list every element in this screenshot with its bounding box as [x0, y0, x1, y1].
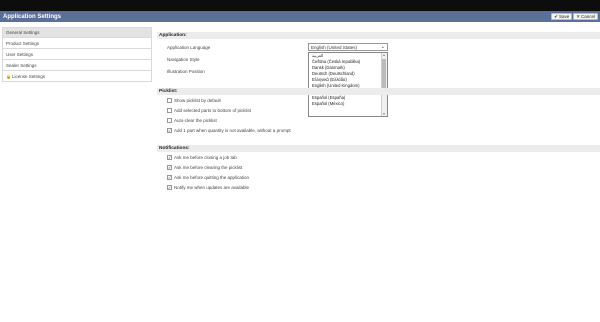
- sidebar-item-label: General Settings: [6, 30, 40, 35]
- checkbox-box[interactable]: [167, 108, 172, 113]
- checkbox-label: Auto-clear the picklist: [174, 118, 217, 123]
- checkbox-box[interactable]: ✓: [167, 185, 172, 190]
- add-to-bottom-checkbox[interactable]: Add selected parts to bottom of picklist: [167, 108, 251, 113]
- cancel-label: Cancel: [580, 14, 595, 19]
- ask-quitting-checkbox[interactable]: ✓ Ask me before quitting the application: [167, 175, 249, 180]
- sidebar-item-label: User Settings: [6, 51, 34, 57]
- language-dropdown[interactable]: العربية Čeština (Česká republika) Dansk …: [308, 52, 388, 117]
- checkbox-label: Ask me before clearing the picklist: [174, 165, 243, 170]
- save-button[interactable]: ✔ Save: [551, 13, 573, 20]
- sidebar-item-label: Sealer Settings: [6, 62, 37, 68]
- language-option[interactable]: Español (México): [309, 101, 387, 107]
- chevron-down-icon: ⌄: [380, 44, 385, 50]
- checkbox-label: Notify me when updates are available: [174, 185, 250, 190]
- scroll-down-icon[interactable]: ▼: [381, 112, 387, 116]
- sidebar-item-license[interactable]: 🔒 License Settings: [2, 71, 152, 82]
- toolbar: ✔ Save ✕ Cancel: [551, 13, 598, 20]
- checkbox-box[interactable]: [167, 118, 172, 123]
- add-one-part-checkbox[interactable]: ✓ Add 1 part when quantity is not availa…: [167, 128, 291, 133]
- sidebar-item-general[interactable]: General Settings: [2, 27, 152, 38]
- section-application: Application:: [157, 32, 600, 39]
- scrollbar-thumb[interactable]: [382, 59, 386, 91]
- scroll-up-icon[interactable]: ▲: [381, 53, 387, 57]
- checkbox-label: Add selected parts to bottom of picklist: [174, 108, 252, 113]
- checkbox-box[interactable]: ✓: [167, 165, 172, 170]
- show-picklist-checkbox[interactable]: Show picklist by default: [167, 98, 221, 103]
- section-notifications: Notifications:: [157, 145, 600, 152]
- checkbox-label: Ask me before closing a job tab: [174, 155, 237, 160]
- checkbox-label: Add 1 part when quantity is not availabl…: [174, 128, 291, 133]
- close-icon: ✕: [576, 13, 580, 19]
- checkbox-box[interactable]: ✓: [167, 175, 172, 180]
- notify-updates-checkbox[interactable]: ✓ Notify me when updates are available: [167, 185, 249, 190]
- check-icon: ✔: [554, 13, 558, 19]
- language-label: Application Language: [167, 45, 211, 50]
- sidebar-item-label: License Settings: [11, 73, 46, 79]
- navigation-style-label: Navigation Style: [167, 57, 200, 62]
- dropdown-scrollbar[interactable]: ▲ ▼: [381, 53, 387, 116]
- title-bar: Application Settings ✔ Save ✕ Cancel: [0, 11, 600, 22]
- section-picklist: Picklist:: [157, 88, 600, 95]
- page-title: Application Settings: [3, 13, 62, 20]
- checkbox-box[interactable]: ✓: [167, 155, 172, 160]
- language-select[interactable]: English (United States) ⌄: [308, 43, 388, 51]
- cancel-button[interactable]: ✕ Cancel: [573, 13, 598, 20]
- sidebar-item-product[interactable]: Product Settings: [2, 38, 152, 49]
- sidebar: General Settings Product Settings User S…: [2, 27, 152, 82]
- checkbox-box[interactable]: [167, 98, 172, 103]
- top-bar: [0, 0, 600, 11]
- sidebar-item-user[interactable]: User Settings: [2, 49, 152, 60]
- checkbox-label: Ask me before quitting the application: [174, 175, 250, 180]
- ask-closing-job-tab-checkbox[interactable]: ✓ Ask me before closing a job tab: [167, 155, 237, 160]
- lock-icon: 🔒: [6, 73, 11, 79]
- sidebar-item-label: Product Settings: [6, 40, 40, 46]
- ask-clearing-picklist-checkbox[interactable]: ✓ Ask me before clearing the picklist: [167, 165, 242, 170]
- illustration-position-label: Illustration Position: [167, 69, 205, 74]
- sidebar-item-sealer[interactable]: Sealer Settings: [2, 60, 152, 71]
- language-value: English (United States): [311, 44, 358, 50]
- auto-clear-checkbox[interactable]: Auto-clear the picklist: [167, 118, 217, 123]
- save-label: Save: [558, 14, 570, 19]
- checkbox-label: Show picklist by default: [174, 98, 221, 103]
- checkbox-box[interactable]: ✓: [167, 128, 172, 133]
